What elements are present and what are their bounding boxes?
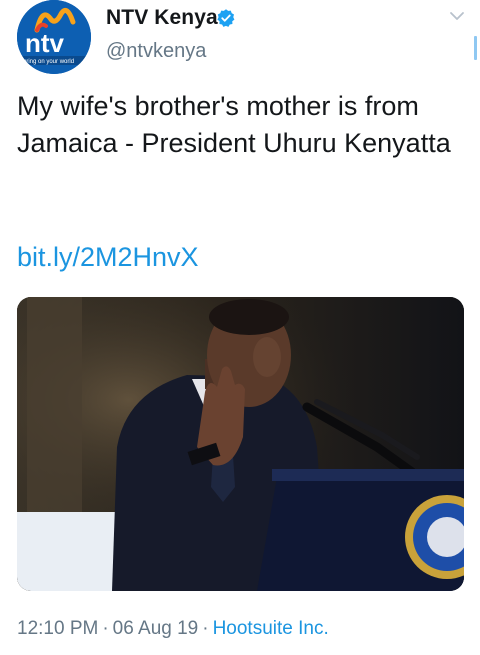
chevron-down-icon[interactable] [449, 10, 465, 22]
podium-photo [17, 297, 464, 591]
meta-separator: · [202, 618, 209, 639]
tweet-image[interactable] [17, 297, 464, 591]
tweet-card: ntv bring on your world NTV Kenya @ntvke… [0, 0, 480, 655]
tweet-meta: 12:10 PM · 06 Aug 19 · Hootsuite Inc. [17, 618, 329, 640]
tweet-text: My wife's brother's mother is from Jamai… [17, 91, 451, 158]
ntv-logo: ntv bring on your world [17, 0, 91, 74]
tweet-date[interactable]: 06 Aug 19 [113, 618, 199, 639]
svg-text:bring on your world: bring on your world [23, 59, 74, 65]
display-name[interactable]: NTV Kenya [106, 6, 218, 30]
tweet-time[interactable]: 12:10 PM [17, 618, 98, 639]
verified-badge-icon [217, 9, 235, 27]
scroll-indicator [474, 36, 477, 60]
avatar[interactable]: ntv bring on your world [17, 0, 91, 74]
user-handle[interactable]: @ntvkenya [106, 40, 206, 63]
meta-separator: · [102, 618, 109, 639]
svg-text:ntv: ntv [25, 28, 65, 58]
tweet-source[interactable]: Hootsuite Inc. [213, 618, 329, 639]
tweet-link[interactable]: bit.ly/2M2HnvX [17, 242, 199, 273]
